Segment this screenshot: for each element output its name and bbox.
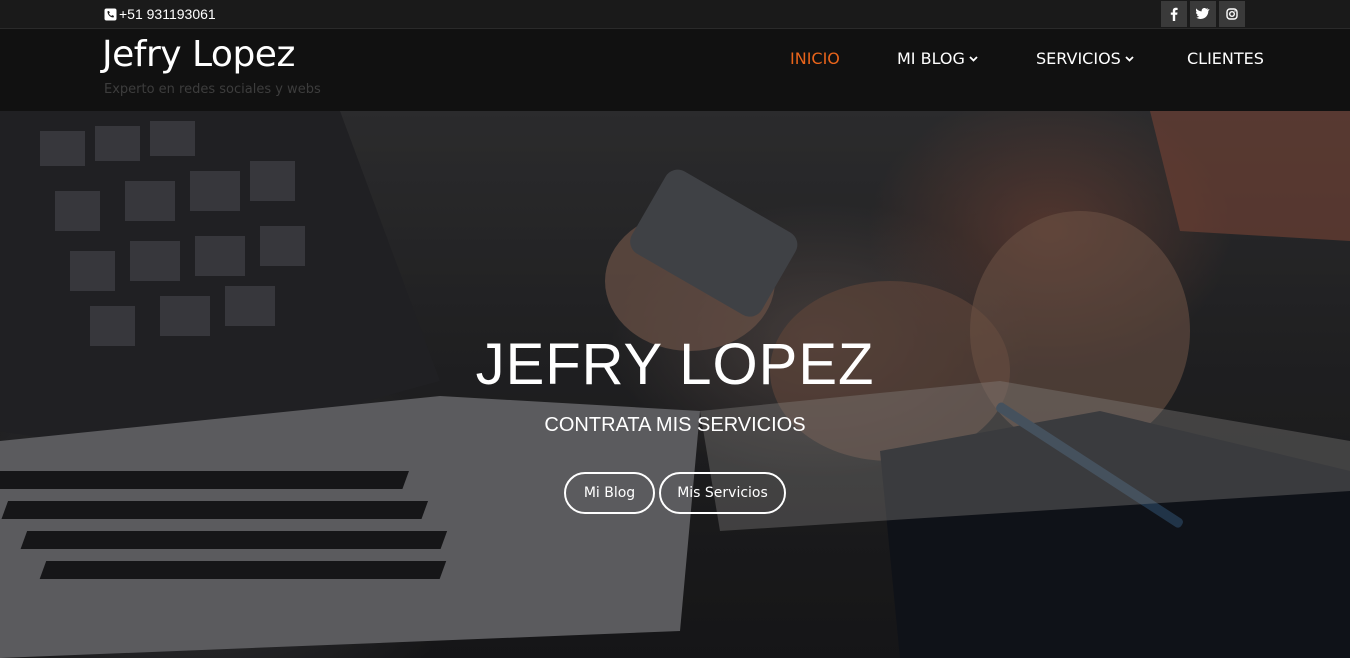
nav-item-label: MI BLOG: [897, 49, 965, 68]
social-links: [1161, 1, 1245, 27]
twitter-button[interactable]: [1190, 1, 1216, 27]
facebook-icon: [1170, 7, 1178, 21]
site-tagline: Experto en redes sociales y webs: [104, 82, 321, 97]
nav-item-label: SERVICIOS: [1036, 49, 1121, 68]
top-bar: +51 931193061: [0, 0, 1350, 29]
chevron-down-icon: [969, 55, 978, 62]
nav-item-mi-blog[interactable]: MI BLOG: [897, 49, 978, 68]
phone-number: +51 931193061: [119, 6, 216, 22]
mi-blog-button[interactable]: Mi Blog: [564, 472, 655, 514]
instagram-icon: [1226, 8, 1238, 20]
hero-subtitle: CONTRATA MIS SERVICIOS: [544, 414, 806, 436]
mis-servicios-button[interactable]: Mis Servicios: [659, 472, 786, 514]
twitter-icon: [1196, 8, 1210, 19]
phone-icon: [104, 8, 117, 21]
main-nav: INICIO MI BLOG SERVICIOS CLIENTES: [0, 49, 1350, 69]
instagram-button[interactable]: [1219, 1, 1245, 27]
phone-contact[interactable]: +51 931193061: [104, 6, 216, 22]
nav-item-label: CLIENTES: [1187, 49, 1264, 68]
nav-item-servicios[interactable]: SERVICIOS: [1036, 49, 1134, 68]
nav-item-clientes[interactable]: CLIENTES: [1187, 49, 1264, 68]
hero-title: JEFRY LOPEZ: [475, 332, 875, 397]
nav-item-label: INICIO: [790, 49, 840, 68]
nav-item-inicio[interactable]: INICIO: [790, 49, 840, 68]
hero-section: JEFRY LOPEZ CONTRATA MIS SERVICIOS Mi Bl…: [0, 111, 1350, 658]
chevron-down-icon: [1125, 55, 1134, 62]
facebook-button[interactable]: [1161, 1, 1187, 27]
site-header: Jefry Lopez Experto en redes sociales y …: [0, 29, 1350, 111]
